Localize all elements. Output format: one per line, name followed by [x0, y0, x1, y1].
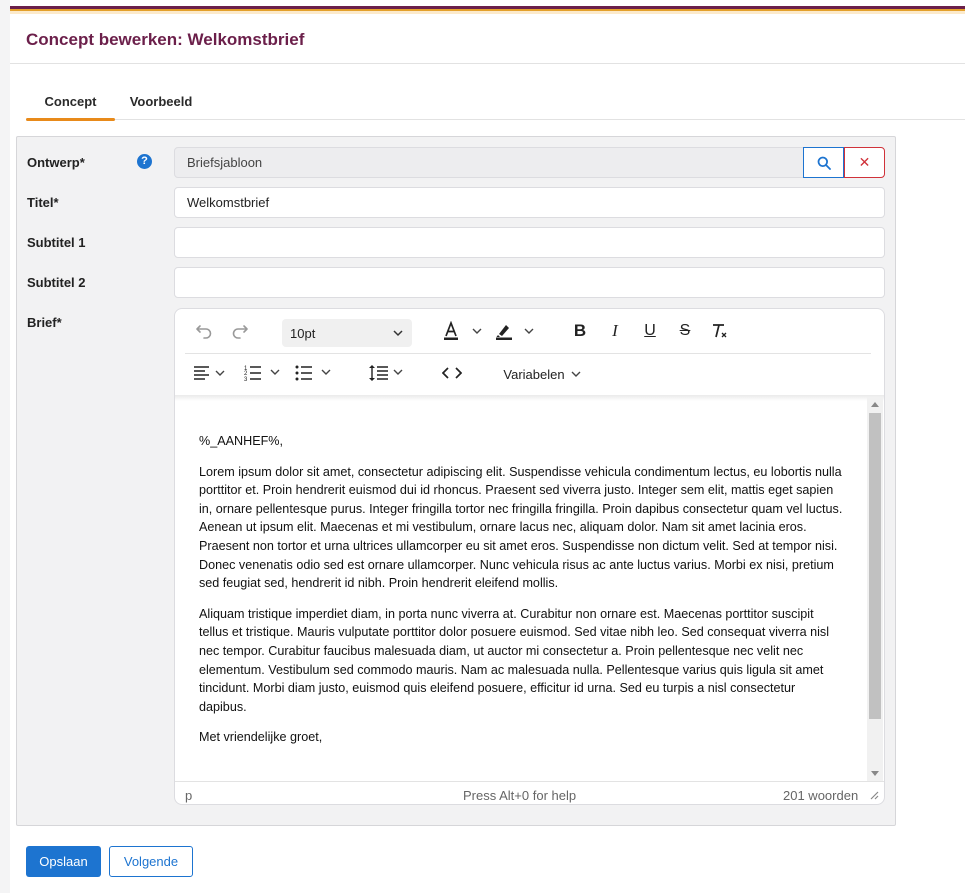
- source-code-icon: [442, 367, 462, 379]
- highlight-button[interactable]: [495, 319, 537, 343]
- underline-button[interactable]: U: [639, 319, 661, 343]
- brief-label: Brief*: [27, 315, 62, 330]
- line-height-button[interactable]: [368, 361, 408, 385]
- help-hint: Press Alt+0 for help: [463, 788, 577, 803]
- chevron-down-icon: [571, 371, 581, 377]
- italic-icon: I: [612, 321, 618, 340]
- brand-bar: [10, 6, 965, 14]
- scroll-down-arrow[interactable]: [871, 771, 879, 776]
- editor-toolbar-row-2: 123 Variabelen: [175, 353, 884, 395]
- bold-icon: B: [573, 321, 587, 340]
- tab-bar: Concept Voorbeeld: [26, 84, 965, 121]
- scrollbar-thumb[interactable]: [869, 413, 881, 719]
- tab-concept[interactable]: Concept: [26, 84, 115, 121]
- word-count[interactable]: 201 woorden: [783, 788, 858, 803]
- align-button[interactable]: [193, 361, 229, 385]
- editor-statusbar: p Press Alt+0 for help 201 woorden: [175, 781, 884, 804]
- editor-content[interactable]: %_AANHEF%, Lorem ipsum dolor sit amet, c…: [175, 397, 867, 781]
- editor-paragraph: Lorem ipsum dolor sit amet, consectetur …: [199, 464, 843, 591]
- clear-formatting-button[interactable]: [709, 319, 731, 343]
- editor-scrollbar[interactable]: [867, 397, 883, 781]
- search-button[interactable]: [803, 147, 844, 178]
- bulleted-list-icon: [295, 365, 331, 381]
- title-divider: [10, 63, 965, 64]
- ontwerp-field[interactable]: Briefsjabloon: [174, 147, 804, 178]
- titel-input[interactable]: Welkomstbrief: [174, 187, 885, 218]
- svg-text:3: 3: [244, 377, 248, 382]
- subtitel2-input[interactable]: [174, 267, 885, 298]
- rich-text-editor: 10pt B I U S 1 2 3 Variabelen %_AANHEF%,…: [174, 308, 885, 805]
- source-code-button[interactable]: [441, 361, 463, 385]
- chevron-down-icon: [393, 330, 403, 337]
- concept-form: Ontwerp* ? Briefsjabloon ✕ Titel* Welkom…: [16, 136, 896, 826]
- subtitel2-label: Subtitel 2: [27, 275, 86, 290]
- subtitel1-input[interactable]: [174, 227, 885, 258]
- redo-button[interactable]: [229, 319, 251, 343]
- bulleted-list-button[interactable]: [295, 361, 335, 385]
- strikethrough-icon: S: [679, 322, 691, 339]
- subtitel1-label: Subtitel 1: [27, 235, 86, 250]
- align-left-icon: [194, 366, 225, 380]
- editor-paragraph: Met vriendelijke groet,: [199, 730, 323, 745]
- variables-label: Variabelen: [503, 366, 565, 382]
- save-button[interactable]: Opslaan: [26, 846, 101, 877]
- page-title: Concept bewerken: Welkomstbrief: [26, 30, 305, 49]
- help-icon[interactable]: ?: [137, 154, 152, 169]
- close-icon: ✕: [858, 154, 871, 170]
- font-size-select[interactable]: 10pt: [282, 319, 412, 347]
- line-height-icon: [369, 365, 403, 381]
- ontwerp-label: Ontwerp*: [27, 155, 85, 170]
- clear-button[interactable]: ✕: [844, 147, 885, 178]
- highlight-icon: [496, 325, 534, 340]
- italic-button[interactable]: I: [604, 319, 626, 343]
- undo-button[interactable]: [193, 319, 215, 343]
- strikethrough-button[interactable]: S: [674, 319, 696, 343]
- next-button[interactable]: Volgende: [109, 846, 193, 877]
- font-size-value: 10pt: [290, 326, 316, 341]
- numbered-list-icon: 123: [244, 366, 280, 382]
- resize-grip-icon[interactable]: [869, 790, 879, 800]
- titel-label: Titel*: [27, 195, 59, 210]
- clear-formatting-icon: [713, 324, 727, 338]
- editor-toolbar-row-1: 10pt B I U S: [175, 309, 884, 351]
- tab-voorbeeld[interactable]: Voorbeeld: [120, 84, 202, 120]
- text-color-icon: [444, 321, 482, 340]
- redo-icon: [232, 325, 248, 339]
- editor-paragraph: Aliquam tristique imperdiet diam, in por…: [199, 606, 830, 714]
- undo-icon: [196, 325, 212, 339]
- text-color-button[interactable]: [443, 319, 485, 343]
- underline-icon: U: [644, 322, 656, 339]
- element-path[interactable]: p: [185, 788, 192, 803]
- scroll-up-arrow[interactable]: [871, 402, 879, 407]
- search-icon: [817, 156, 831, 170]
- editor-paragraph: %_AANHEF%,: [199, 434, 283, 448]
- variables-menu[interactable]: Variabelen: [501, 362, 585, 386]
- bold-button[interactable]: B: [569, 319, 591, 343]
- numbered-list-button[interactable]: 123: [244, 361, 284, 385]
